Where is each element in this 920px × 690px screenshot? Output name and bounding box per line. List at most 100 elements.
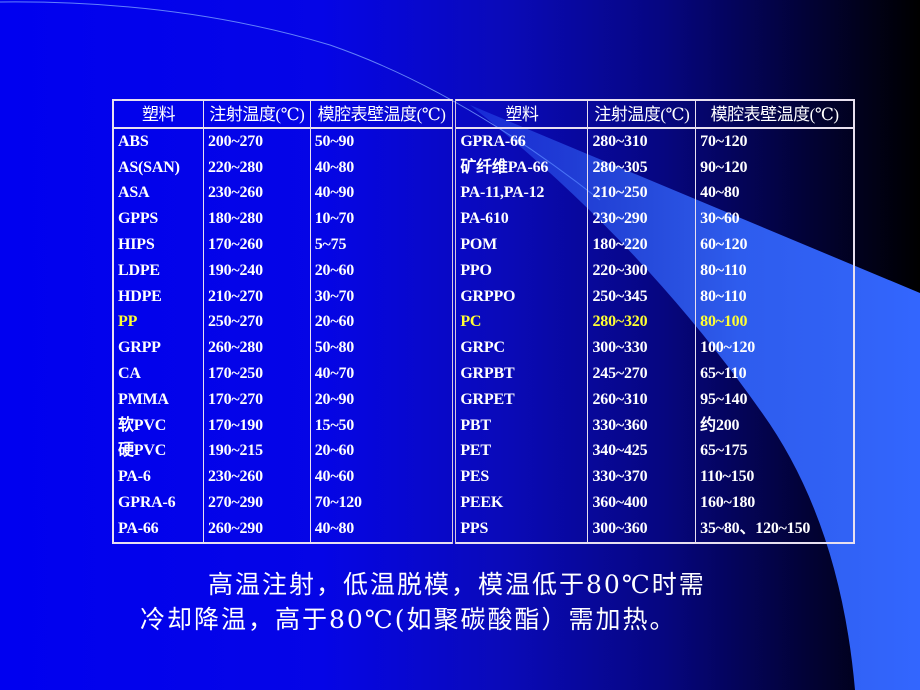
right-plastic-name-cell: PEEK [454, 490, 589, 516]
right-plastic-name-cell: GRPBT [454, 361, 589, 387]
table-row: PA-6 230~260 40~60 PES 330~370 110~150 [113, 464, 854, 491]
table-row: PMMA 170~270 20~90 GRPET 260~310 95~140 [113, 386, 854, 413]
left-injection-temp-cell: 220~280 [203, 154, 311, 181]
right-plastic-name-cell: POM [454, 232, 589, 258]
left-plastic-name-cell: ABS [113, 128, 204, 155]
right-injection-temp-cell: 220~300 [587, 257, 697, 284]
table-row: 软PVC 170~190 15~50 PBT 330~360 约200 [113, 412, 854, 439]
right-injection-temp-cell: 250~345 [587, 283, 697, 310]
left-injection-temp-cell: 260~290 [203, 515, 311, 543]
left-plastic-name-cell: PMMA [113, 386, 204, 413]
table-row: HIPS 170~260 5~75 POM 180~220 60~120 [113, 232, 854, 258]
left-injection-temp-cell: 250~270 [203, 309, 311, 336]
right-plastic-name-cell: PA-11,PA-12 [454, 180, 589, 207]
left-injection-temp-cell: 230~260 [203, 464, 311, 491]
left-injection-temp-cell: 170~270 [203, 386, 311, 413]
left-mold-temp-cell: 40~70 [310, 361, 457, 387]
left-injection-temp-cell: 200~270 [203, 128, 311, 155]
right-mold-temp-cell: 70~120 [700, 132, 748, 150]
left-plastic-name-cell: GRPP [113, 335, 204, 362]
right-injection-temp-cell: 300~330 [587, 335, 697, 362]
left-plastic-name-cell: AS(SAN) [113, 154, 204, 181]
left-plastic-name-cell: 硬PVC [113, 438, 204, 465]
header-injection-temp-right: 注射温度(℃) [587, 100, 697, 129]
left-injection-temp-cell: 190~240 [203, 257, 311, 284]
left-injection-temp-cell: 170~260 [203, 232, 311, 258]
right-mold-temp-cell: 约200 [700, 416, 740, 434]
right-plastic-name-cell: PA-610 [454, 206, 589, 233]
left-plastic-name-cell: HIPS [113, 232, 204, 258]
right-plastic-name-cell: GPRA-66 [454, 128, 589, 155]
table-body: ABS 200~270 50~90 GPRA-66 280~310 70~120 AS(SA… [113, 128, 854, 543]
left-injection-temp-cell: 180~280 [203, 206, 311, 233]
right-mold-temp-cell: 160~180 [700, 494, 756, 512]
left-mold-temp-cell: 20~60 [310, 438, 457, 465]
right-mold-temp-cell: 30~60 [700, 210, 740, 228]
table-row: CA 170~250 40~70 GRPBT 245~270 65~110 [113, 361, 854, 387]
left-injection-temp-cell: 260~280 [203, 335, 311, 362]
left-plastic-name-cell: GPPS [113, 206, 204, 233]
table-row: PA-66 260~290 40~80 PPS 300~360 35~80、120~150 [113, 515, 854, 543]
left-injection-temp-cell: 170~250 [203, 361, 311, 387]
left-mold-temp-cell: 20~60 [310, 257, 457, 284]
right-injection-temp-cell: 280~305 [587, 154, 697, 181]
table-row: LDPE 190~240 20~60 PPO 220~300 80~110 [113, 257, 854, 284]
table-row: GRPP 260~280 50~80 GRPC 300~330 100~120 [113, 335, 854, 362]
table-row: ABS 200~270 50~90 GPRA-66 280~310 70~120 [113, 128, 854, 155]
table-row: GPPS 180~280 10~70 PA-610 230~290 30~60 [113, 206, 854, 233]
right-injection-temp-cell: 280~320 [587, 309, 697, 336]
left-mold-temp-cell: 20~60 [310, 309, 457, 336]
right-mold-temp-cell: 80~110 [700, 287, 747, 305]
left-mold-temp-cell: 40~80 [310, 154, 457, 181]
left-mold-temp-cell: 20~90 [310, 386, 457, 413]
right-plastic-name-cell: GRPET [454, 386, 589, 413]
header-plastic-left: 塑料 [113, 100, 204, 129]
left-plastic-name-cell: GPRA-6 [113, 490, 204, 516]
header-mold-temp-left: 模腔表壁温度(℃) [310, 100, 457, 129]
right-injection-temp-cell: 330~370 [587, 464, 697, 491]
right-plastic-name-cell: 矿纤维PA-66 [454, 154, 589, 181]
right-injection-temp-cell: 210~250 [587, 180, 697, 207]
right-mold-temp-cell: 80~100 [700, 313, 748, 331]
note-line-2: 冷却降温，高于80℃(如聚碳酸酯）需加热。 [140, 605, 677, 634]
left-injection-temp-cell: 230~260 [203, 180, 311, 207]
left-mold-temp-cell: 40~90 [310, 180, 457, 207]
right-mold-temp-cell: 80~110 [700, 261, 747, 279]
header-plastic-right: 塑料 [454, 100, 589, 129]
right-injection-temp-cell: 360~400 [587, 490, 697, 516]
table-row: ASA 230~260 40~90 PA-11,PA-12 210~250 40~80 [113, 180, 854, 207]
right-injection-temp-cell: 340~425 [587, 438, 697, 465]
right-mold-temp-cell: 65~110 [700, 365, 747, 383]
plastic-temperature-table: 塑料 注射温度(℃) 模腔表壁温度(℃) 塑料 注射温度(℃) 模腔表壁温度(℃… [112, 99, 855, 544]
left-mold-temp-cell: 70~120 [310, 490, 457, 516]
left-mold-temp-cell: 15~50 [310, 412, 457, 439]
table-row: AS(SAN) 220~280 40~80 矿纤维PA-66 280~305 90~120 [113, 154, 854, 181]
table-row: GPRA-6 270~290 70~120 PEEK 360~400 160~180 [113, 490, 854, 516]
header-injection-temp-left: 注射温度(℃) [203, 100, 311, 129]
left-plastic-name-cell: PA-6 [113, 464, 204, 491]
right-injection-temp-cell: 180~220 [587, 232, 697, 258]
left-mold-temp-cell: 30~70 [310, 283, 457, 310]
right-injection-temp-cell: 230~290 [587, 206, 697, 233]
right-plastic-name-cell: PC [454, 309, 589, 336]
right-injection-temp-cell: 300~360 [587, 515, 697, 543]
right-mold-temp-cell: 60~120 [700, 236, 748, 254]
right-plastic-name-cell: GRPPO [454, 283, 589, 310]
left-mold-temp-cell: 50~80 [310, 335, 457, 362]
left-plastic-name-cell: ASA [113, 180, 204, 207]
right-plastic-name-cell: PET [454, 438, 589, 465]
table-row: 硬PVC 190~215 20~60 PET 340~425 65~175 [113, 438, 854, 465]
right-mold-temp-cell: 65~175 [700, 442, 748, 460]
right-mold-temp-cell: 100~120 [700, 339, 756, 357]
left-plastic-name-cell: LDPE [113, 257, 204, 284]
left-plastic-name-cell: CA [113, 361, 204, 387]
table-row: HDPE 210~270 30~70 GRPPO 250~345 80~110 [113, 283, 854, 310]
left-mold-temp-cell: 50~90 [310, 128, 457, 155]
right-plastic-name-cell: GRPC [454, 335, 589, 362]
left-plastic-name-cell: HDPE [113, 283, 204, 310]
right-injection-temp-cell: 260~310 [587, 386, 697, 413]
note-text: 高温注射，低温脱模，模温低于80℃时需 冷却降温，高于80℃(如聚碳酸酯）需加热… [140, 567, 780, 637]
left-mold-temp-cell: 40~80 [310, 515, 457, 543]
right-plastic-name-cell: PBT [454, 412, 589, 439]
left-mold-temp-cell: 10~70 [310, 206, 457, 233]
